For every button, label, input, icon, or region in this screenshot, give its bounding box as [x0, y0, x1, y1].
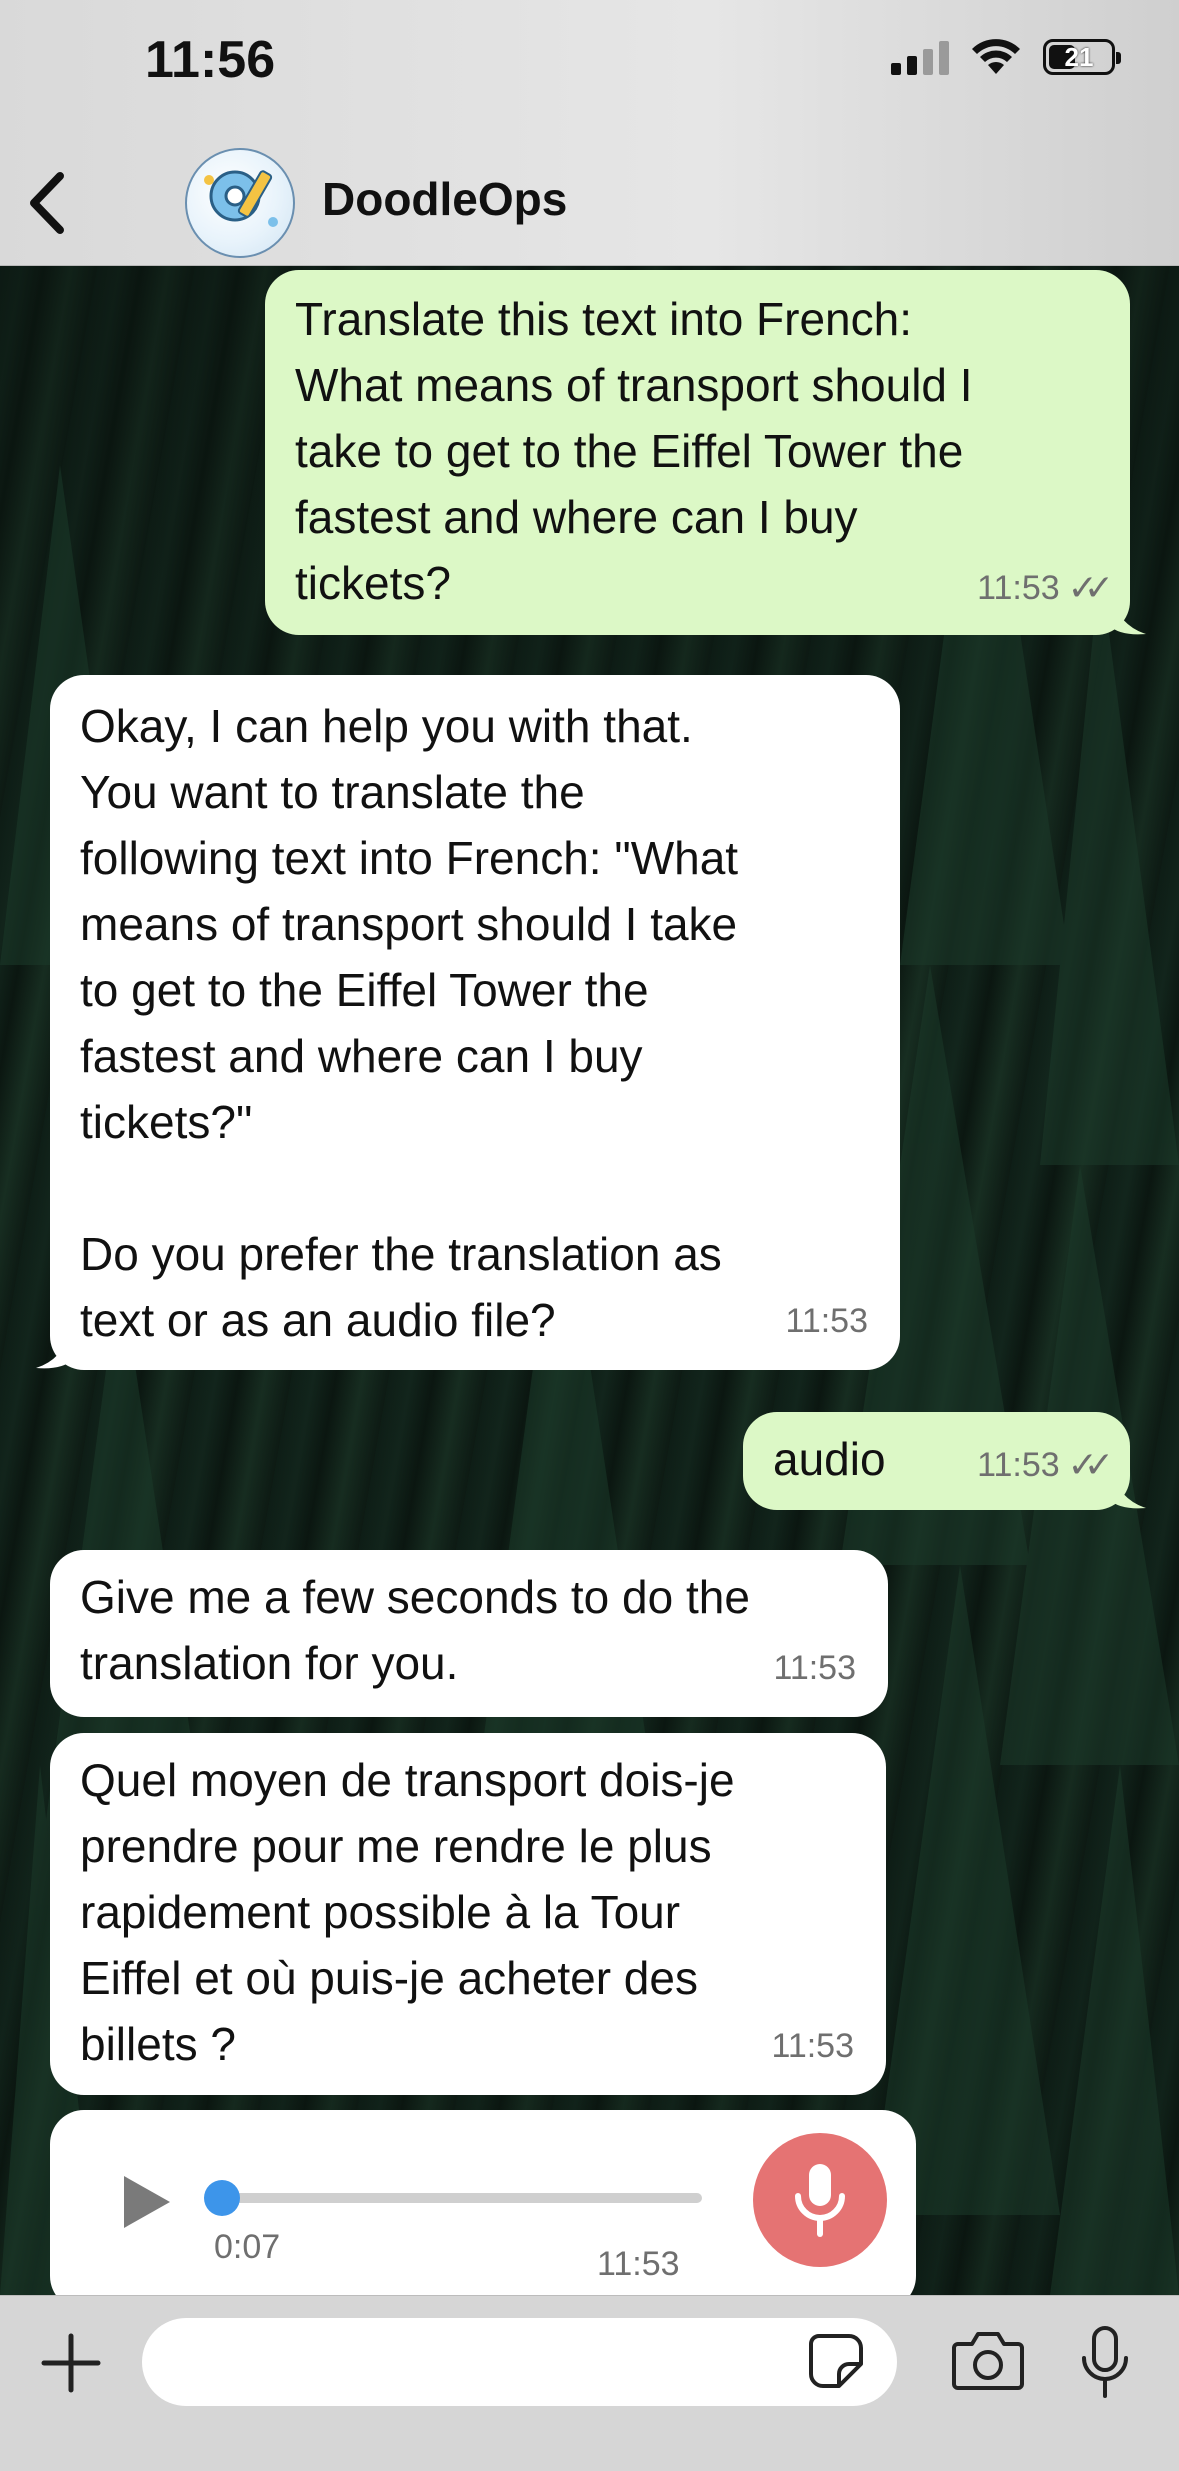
bubble-tail [36, 1330, 72, 1369]
message-bubble-outgoing[interactable]: Translate this text into French: What me… [265, 270, 1130, 635]
contact-avatar[interactable] [185, 148, 295, 258]
message-meta: 11:53 ✓✓ [977, 1432, 1114, 1498]
read-ticks-icon: ✓✓ [1067, 1444, 1114, 1485]
sticker-icon[interactable] [805, 2330, 867, 2392]
message-text: Quel moyen de transport dois-je prendre … [80, 1754, 735, 2070]
battery-icon: 21 [1043, 39, 1121, 75]
message-time: 11:53 [771, 2027, 854, 2065]
message-text: Give me a few seconds to do the translat… [80, 1571, 750, 1689]
message-bubble-incoming[interactable]: Give me a few seconds to do the translat… [50, 1550, 888, 1717]
voice-progress-knob[interactable] [204, 2180, 240, 2216]
message-bubble-incoming[interactable]: Quel moyen de transport dois-je prendre … [50, 1733, 886, 2095]
message-bubble-incoming[interactable]: Okay, I can help you with that. You want… [50, 675, 900, 1370]
microphone-icon[interactable] [1078, 2324, 1132, 2400]
play-icon[interactable] [120, 2174, 172, 2230]
read-ticks-icon: ✓✓ [1067, 567, 1114, 608]
message-time: 11:53 [977, 1446, 1060, 1484]
microphone-icon [795, 2164, 845, 2237]
status-time: 11:56 [145, 31, 276, 89]
battery-level: 21 [1064, 41, 1094, 72]
voice-duration: 0:07 [214, 2228, 281, 2266]
message-bubble-outgoing[interactable]: audio 11:53 ✓✓ [743, 1412, 1130, 1510]
message-meta: 11:53 [771, 2013, 854, 2079]
message-text: Okay, I can help you with that. You want… [80, 700, 739, 1346]
message-time: 11:53 [785, 1302, 868, 1340]
bubble-tail [1110, 596, 1146, 635]
message-time: 11:53 [773, 1649, 856, 1687]
voice-progress-track[interactable] [222, 2193, 702, 2203]
signal-icon [891, 39, 949, 75]
wifi-icon [972, 39, 1020, 74]
message-meta: 11:53 ✓✓ [977, 555, 1114, 621]
bubble-tail [1110, 1470, 1146, 1509]
status-icons: 21 [891, 38, 1121, 76]
voice-avatar-microphone [753, 2133, 887, 2267]
back-chevron-icon[interactable] [22, 168, 72, 238]
contact-name[interactable]: DoodleOps [322, 172, 567, 226]
message-meta: 11:53 [785, 1288, 868, 1354]
doodle-logo-icon [204, 170, 278, 227]
message-time: 11:53 [977, 569, 1060, 607]
message-meta: 11:53 [773, 1635, 856, 1701]
plus-icon[interactable] [40, 2332, 102, 2394]
message-input[interactable] [142, 2318, 897, 2406]
voice-time: 11:53 [597, 2245, 680, 2283]
camera-icon[interactable] [950, 2328, 1026, 2392]
